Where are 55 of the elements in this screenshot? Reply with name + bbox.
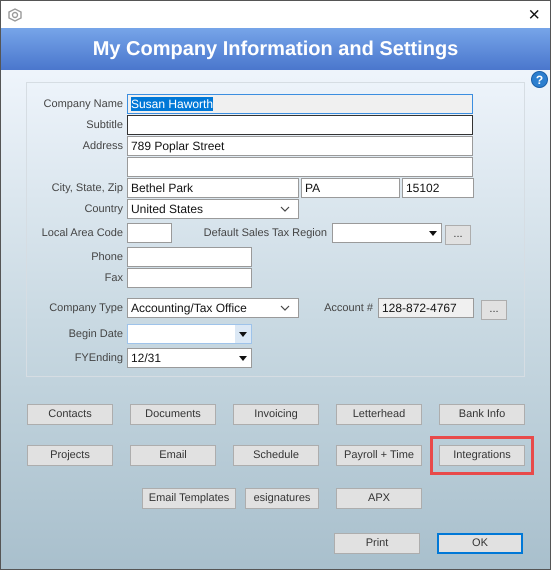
field-label: Country bbox=[84, 202, 123, 217]
app-logo-icon bbox=[7, 6, 23, 22]
dialog-button[interactable]: Invoicing bbox=[233, 404, 319, 425]
dropdown-arrow-icon bbox=[239, 332, 247, 336]
field-label: Subtitle bbox=[86, 118, 123, 133]
text-field[interactable]: 128-872-4767 bbox=[378, 298, 474, 318]
dropdown-field[interactable]: Accounting/Tax Office bbox=[127, 298, 299, 318]
text-field[interactable]: PA bbox=[301, 178, 400, 198]
dialog-button[interactable]: Integrations bbox=[439, 445, 525, 466]
date-picker[interactable] bbox=[127, 324, 252, 344]
dialog-button[interactable]: Contacts bbox=[27, 404, 113, 425]
dialog-button[interactable]: esignatures bbox=[245, 488, 319, 509]
text-field[interactable] bbox=[127, 223, 172, 243]
close-button[interactable]: × bbox=[528, 4, 544, 24]
text-field[interactable] bbox=[127, 268, 252, 288]
dialog-button[interactable]: Bank Info bbox=[439, 404, 525, 425]
chevron-down-icon bbox=[280, 206, 290, 212]
dialog-button[interactable]: OK bbox=[437, 533, 523, 554]
field-label: Begin Date bbox=[68, 326, 123, 342]
field-label: Fax bbox=[104, 270, 123, 286]
field-label: City, State, Zip bbox=[52, 180, 123, 196]
dropdown-arrow-icon bbox=[239, 356, 247, 360]
dialog-button[interactable]: Schedule bbox=[233, 445, 319, 466]
field-label: Address bbox=[82, 138, 123, 154]
text-field[interactable]: Susan Haworth bbox=[127, 94, 473, 114]
dropdown-arrow-icon bbox=[429, 230, 437, 236]
text-field[interactable]: 15102 bbox=[402, 178, 474, 198]
field-label: Company Name bbox=[44, 96, 123, 112]
dropdown-field[interactable] bbox=[332, 223, 442, 243]
text-field[interactable] bbox=[127, 115, 473, 135]
dialog-button[interactable]: Email bbox=[130, 445, 216, 466]
text-field[interactable] bbox=[127, 157, 473, 177]
dropdown-field[interactable]: 12/31 bbox=[127, 348, 252, 368]
text-field[interactable] bbox=[127, 247, 252, 267]
chevron-down-icon bbox=[280, 305, 290, 311]
text-field[interactable]: 789 Poplar Street bbox=[127, 136, 473, 156]
field-label: Account # bbox=[324, 300, 373, 316]
dialog-button[interactable]: Payroll + Time bbox=[336, 445, 422, 466]
field-label: Default Sales Tax Region bbox=[204, 226, 327, 241]
dialog-title: My Company Information and Settings bbox=[92, 37, 458, 62]
dialog-button[interactable]: Projects bbox=[27, 445, 113, 466]
dialog-button[interactable]: Print bbox=[334, 533, 420, 554]
field-label: Phone bbox=[91, 250, 123, 265]
ellipsis-button[interactable]: ... bbox=[445, 224, 471, 244]
field-label: Local Area Code bbox=[42, 226, 123, 241]
dialog-button[interactable]: Letterhead bbox=[336, 404, 422, 425]
field-label: FYEnding bbox=[74, 350, 123, 366]
help-button[interactable]: ? bbox=[531, 71, 548, 88]
field-label: Company Type bbox=[49, 300, 123, 316]
ellipsis-button[interactable]: ... bbox=[481, 300, 507, 320]
dialog-button[interactable]: Email Templates bbox=[142, 488, 236, 509]
dialog-button[interactable]: Documents bbox=[130, 404, 216, 425]
dialog-button[interactable]: APX bbox=[336, 488, 422, 509]
text-field[interactable]: Bethel Park bbox=[127, 178, 299, 198]
dropdown-field[interactable]: United States bbox=[127, 199, 299, 219]
